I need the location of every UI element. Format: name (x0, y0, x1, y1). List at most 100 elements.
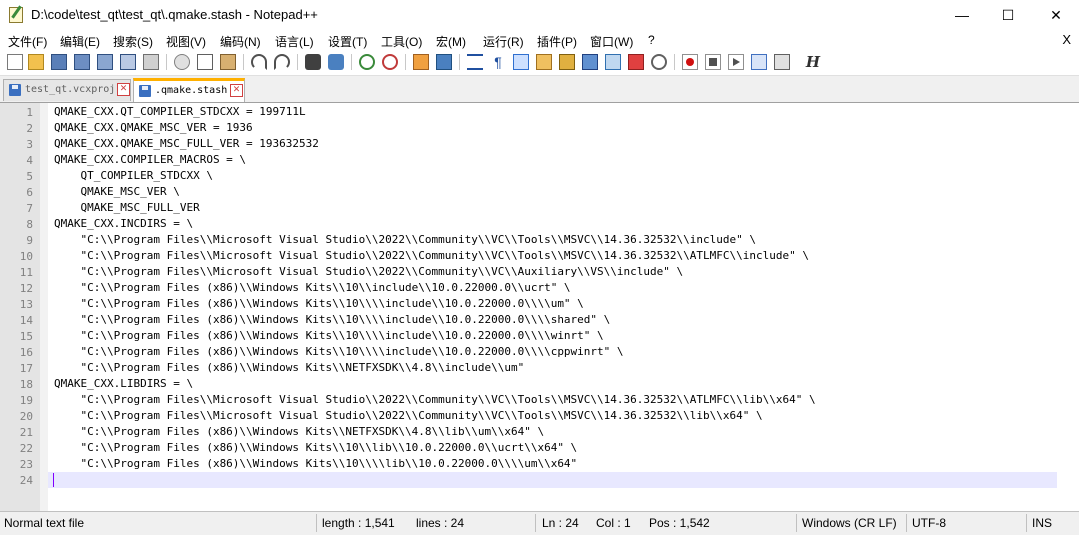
sync-horizontal-icon[interactable] (436, 54, 452, 70)
find-icon[interactable] (305, 54, 321, 70)
line-text[interactable]: "C:\\Program Files (x86)\\Windows Kits\\… (54, 329, 603, 342)
tab-qmake-stash[interactable]: .qmake.stash ✕ (133, 78, 245, 102)
editor-line[interactable]: 17 "C:\\Program Files (x86)\\Windows Kit… (0, 360, 1057, 376)
menu-edit[interactable]: 编辑(E) (60, 33, 100, 50)
function-list-icon[interactable] (559, 54, 575, 70)
save-all-icon[interactable] (74, 54, 90, 70)
line-text[interactable]: "C:\\Program Files (x86)\\Windows Kits\\… (54, 457, 577, 470)
editor-line[interactable]: 18 QMAKE_CXX.LIBDIRS = \ (0, 376, 1057, 392)
zoom-in-icon[interactable] (359, 54, 375, 70)
indent-guide-icon[interactable] (513, 54, 529, 70)
new-file-icon[interactable] (7, 54, 23, 70)
line-text[interactable]: QMAKE_CXX.LIBDIRS = \ (54, 377, 193, 390)
redo-icon[interactable] (274, 54, 290, 70)
menu-encoding[interactable]: 编码(N) (220, 33, 261, 50)
editor-line[interactable]: 7 QMAKE_MSC_FULL_VER (0, 200, 1057, 216)
print-icon[interactable] (143, 54, 159, 70)
menu-plugins[interactable]: 插件(P) (537, 33, 577, 50)
editor-line[interactable]: 12 "C:\\Program Files (x86)\\Windows Kit… (0, 280, 1057, 296)
stop-macro-icon[interactable] (705, 54, 721, 70)
line-text[interactable]: "C:\\Program Files\\Microsoft Visual Stu… (54, 393, 815, 406)
editor-line[interactable]: 15 "C:\\Program Files (x86)\\Windows Kit… (0, 328, 1057, 344)
line-text[interactable]: "C:\\Program Files\\Microsoft Visual Stu… (54, 233, 756, 246)
editor-line[interactable]: 14 "C:\\Program Files (x86)\\Windows Kit… (0, 312, 1057, 328)
menu-language[interactable]: 语言(L) (275, 33, 314, 50)
maximize-button[interactable]: ☐ (985, 0, 1031, 30)
notepadpp-app-icon[interactable] (9, 7, 23, 23)
line-text[interactable]: "C:\\Program Files (x86)\\Windows Kits\\… (54, 313, 610, 326)
menu-run[interactable]: 运行(R) (483, 33, 524, 50)
line-text[interactable]: "C:\\Program Files\\Microsoft Visual Stu… (54, 409, 762, 422)
editor-line[interactable]: 20 "C:\\Program Files\\Microsoft Visual … (0, 408, 1057, 424)
tab-test-qt-vcxproj[interactable]: test_qt.vcxproj ✕ (3, 79, 131, 101)
menu-tools[interactable]: 工具(O) (381, 33, 422, 50)
line-text[interactable]: "C:\\Program Files (x86)\\Windows Kits\\… (54, 345, 623, 358)
editor-line[interactable]: 19 "C:\\Program Files\\Microsoft Visual … (0, 392, 1057, 408)
vertical-scrollbar[interactable] (1061, 103, 1079, 511)
show-all-chars-icon[interactable]: ¶ (490, 54, 506, 70)
line-text[interactable]: QMAKE_MSC_VER \ (54, 185, 179, 198)
undo-icon[interactable] (251, 54, 267, 70)
editor-line[interactable]: 21 "C:\\Program Files (x86)\\Windows Kit… (0, 424, 1057, 440)
line-text[interactable]: "C:\\Program Files (x86)\\Windows Kits\\… (54, 425, 544, 438)
menu-search[interactable]: 搜索(S) (113, 33, 153, 50)
monitoring-icon[interactable] (628, 54, 644, 70)
copy-icon[interactable] (197, 54, 213, 70)
word-wrap-icon[interactable] (467, 54, 483, 70)
editor-line[interactable]: 24 (0, 472, 1057, 488)
doc-switcher-icon[interactable] (605, 54, 621, 70)
editor-line[interactable]: 11 "C:\\Program Files\\Microsoft Visual … (0, 264, 1057, 280)
save-macro-icon[interactable] (774, 54, 790, 70)
tab-close-icon[interactable]: ✕ (117, 83, 130, 96)
editor-line[interactable]: 5 QT_COMPILER_STDCXX \ (0, 168, 1057, 184)
editor-line[interactable]: 2 QMAKE_CXX.QMAKE_MSC_VER = 1936 (0, 120, 1057, 136)
close-window-button[interactable]: ✕ (1033, 0, 1079, 30)
menu-window[interactable]: 窗口(W) (590, 33, 633, 50)
line-text[interactable]: "C:\\Program Files\\Microsoft Visual Stu… (54, 249, 809, 262)
replace-icon[interactable] (328, 54, 344, 70)
editor-line[interactable]: 23 "C:\\Program Files (x86)\\Windows Kit… (0, 456, 1057, 472)
line-text[interactable]: QT_COMPILER_STDCXX \ (54, 169, 212, 182)
line-text[interactable]: QMAKE_CXX.QMAKE_MSC_VER = 1936 (54, 121, 253, 134)
close-all-icon[interactable] (120, 54, 136, 70)
menu-macro[interactable]: 宏(M) (436, 33, 466, 50)
editor-line[interactable]: 13 "C:\\Program Files (x86)\\Windows Kit… (0, 296, 1057, 312)
line-text[interactable]: QMAKE_CXX.QT_COMPILER_STDCXX = 199711L (54, 105, 306, 118)
menu-view[interactable]: 视图(V) (166, 33, 206, 50)
close-document-button[interactable]: X (1062, 32, 1071, 47)
editor-line[interactable]: 6 QMAKE_MSC_VER \ (0, 184, 1057, 200)
tab-close-icon[interactable]: ✕ (230, 84, 243, 97)
play-macro-icon[interactable] (728, 54, 744, 70)
close-icon[interactable] (97, 54, 113, 70)
folder-workspace-icon[interactable] (582, 54, 598, 70)
save-icon[interactable] (51, 54, 67, 70)
editor[interactable]: 1 QMAKE_CXX.QT_COMPILER_STDCXX = 199711L 2… (0, 103, 1079, 511)
open-file-icon[interactable] (28, 54, 44, 70)
editor-line[interactable]: 10 "C:\\Program Files\\Microsoft Visual … (0, 248, 1057, 264)
line-text[interactable]: "C:\\Program Files (x86)\\Windows Kits\\… (54, 441, 577, 454)
minimize-button[interactable]: — (939, 0, 985, 30)
editor-line[interactable]: 4 QMAKE_CXX.COMPILER_MACROS = \ (0, 152, 1057, 168)
editor-line[interactable]: 3 QMAKE_CXX.QMAKE_MSC_FULL_VER = 19363253… (0, 136, 1057, 152)
editor-line[interactable]: 22 "C:\\Program Files (x86)\\Windows Kit… (0, 440, 1057, 456)
menu-help[interactable]: ? (648, 33, 655, 47)
doc-map-icon[interactable] (536, 54, 552, 70)
zoom-out-icon[interactable] (382, 54, 398, 70)
editor-line[interactable]: 9 "C:\\Program Files\\Microsoft Visual S… (0, 232, 1057, 248)
cut-icon[interactable] (174, 54, 190, 70)
line-text[interactable]: QMAKE_CXX.QMAKE_MSC_FULL_VER = 193632532 (54, 137, 319, 150)
line-text[interactable]: QMAKE_CXX.INCDIRS = \ (54, 217, 193, 230)
eye-icon[interactable] (651, 54, 667, 70)
editor-line[interactable]: 16 "C:\\Program Files (x86)\\Windows Kit… (0, 344, 1057, 360)
editor-line[interactable]: 1 QMAKE_CXX.QT_COMPILER_STDCXX = 199711L (0, 104, 1057, 120)
line-text[interactable]: "C:\\Program Files (x86)\\Windows Kits\\… (54, 281, 570, 294)
history-icon[interactable]: H (805, 54, 821, 70)
run-macro-multiple-icon[interactable] (751, 54, 767, 70)
menu-file[interactable]: 文件(F) (8, 33, 47, 50)
line-text[interactable]: "C:\\Program Files\\Microsoft Visual Stu… (54, 265, 683, 278)
line-text[interactable]: QMAKE_CXX.COMPILER_MACROS = \ (54, 153, 246, 166)
sync-vertical-icon[interactable] (413, 54, 429, 70)
menu-settings[interactable]: 设置(T) (328, 33, 367, 50)
record-macro-icon[interactable] (682, 54, 698, 70)
paste-icon[interactable] (220, 54, 236, 70)
